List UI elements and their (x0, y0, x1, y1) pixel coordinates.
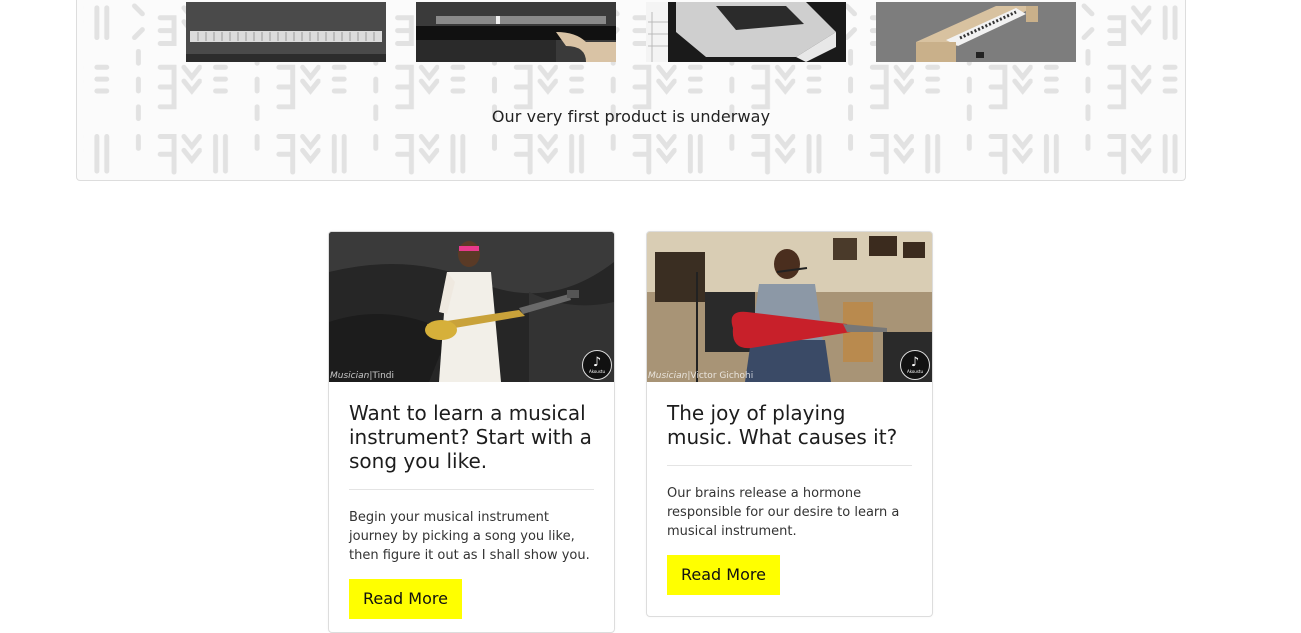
card-image[interactable]: Musician|Tindi ♪ Akoustu (329, 232, 614, 382)
product-banner: Our very first product is underway (76, 0, 1186, 181)
photo-credit: Musician|Victor Gichohi (648, 371, 754, 381)
music-note-icon: ♪ (910, 355, 920, 370)
photo-credit: Musician|Tindi (330, 371, 395, 381)
read-more-button[interactable]: Read More (667, 555, 780, 595)
blog-card: Musician|Victor Gichohi ♪ Akoustu The jo… (646, 231, 933, 617)
music-note-icon: ♪ (592, 355, 602, 370)
product-image-3[interactable] (646, 2, 846, 62)
brand-logo: ♪ Akoustu (582, 350, 612, 380)
read-more-button[interactable]: Read More (349, 579, 462, 619)
card-excerpt: Our brains release a hormone responsible… (667, 486, 900, 539)
divider (667, 465, 912, 466)
banner-caption: Our very first product is underway (491, 107, 771, 126)
product-image-2[interactable] (416, 2, 616, 62)
card-excerpt: Begin your musical instrument journey by… (349, 510, 590, 563)
card-title[interactable]: Want to learn a musical instrument? Star… (349, 401, 594, 473)
product-image-1[interactable] (186, 2, 386, 62)
product-image-4[interactable] (876, 2, 1076, 62)
brand-logo: ♪ Akoustu (900, 350, 930, 380)
card-image[interactable]: Musician|Victor Gichohi ♪ Akoustu (647, 232, 932, 382)
divider (349, 489, 594, 490)
card-title[interactable]: The joy of playing music. What causes it… (667, 401, 912, 449)
blog-card: Musician|Tindi ♪ Akoustu Want to learn a… (328, 231, 615, 633)
